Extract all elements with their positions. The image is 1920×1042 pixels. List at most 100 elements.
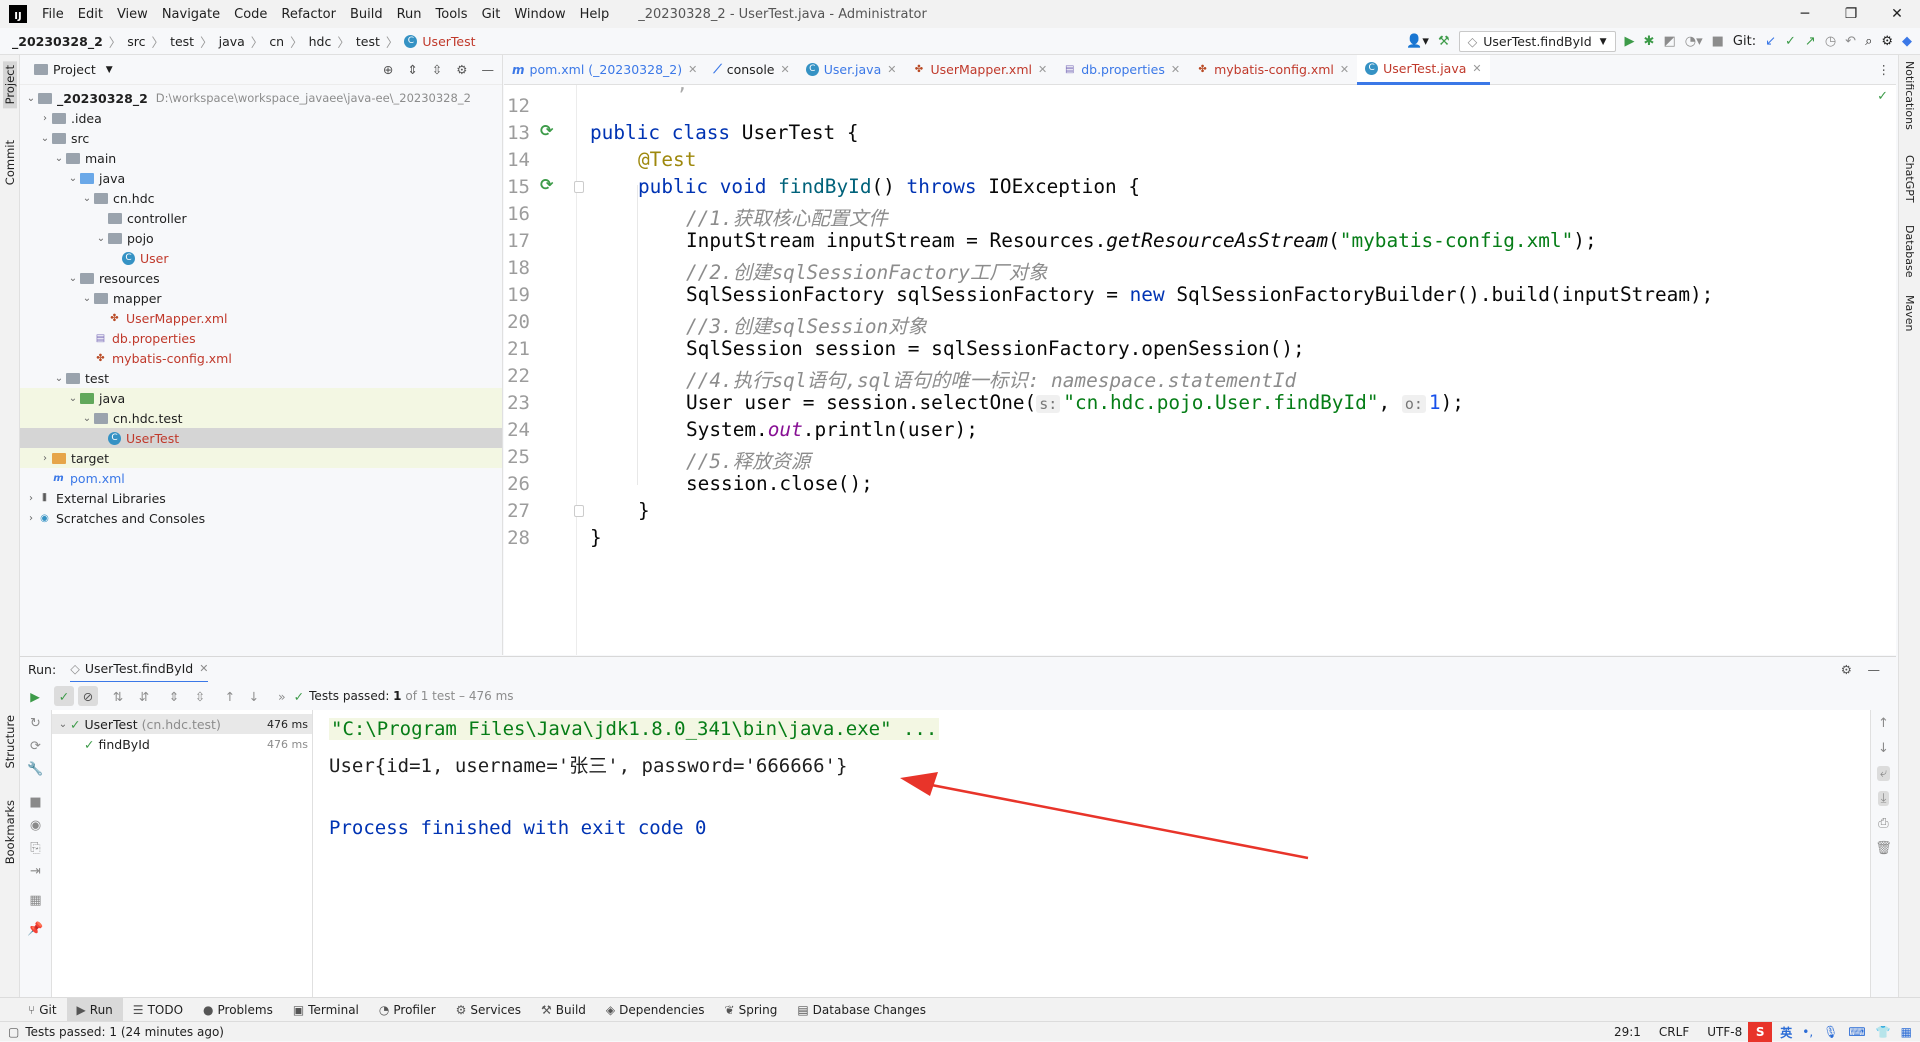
options-gear-icon[interactable]: ⚙ [456,62,467,77]
coverage-icon[interactable]: ◩ [1663,34,1675,49]
tool-tab-profiler[interactable]: ◔ Profiler [369,998,446,1022]
breadcrumb-usertest[interactable]: UserTest [422,34,475,49]
pin-icon[interactable]: 📌 [27,922,43,937]
tool-tab-database-changes[interactable]: ▤ Database Changes [787,998,936,1022]
scroll-up-icon[interactable]: ↑ [1878,716,1889,731]
tab-pom-xml[interactable]: m pom.xml (_20230328_2) ✕ [504,55,705,85]
tree-node-user[interactable]: C User [20,248,502,268]
close-icon[interactable]: ✕ [1472,62,1481,75]
breadcrumb-cn[interactable]: cn [269,34,284,49]
ime-language[interactable]: 英 [1780,1024,1792,1041]
collapse-all-icon[interactable]: ⇳ [432,62,442,77]
tree-node-idea[interactable]: › .idea [20,108,502,128]
chevron-down-icon[interactable]: ▼ [106,65,113,75]
tree-node-controller[interactable]: controller [20,208,502,228]
breadcrumb-test-pkg[interactable]: test [356,34,380,49]
tool-tab-git[interactable]: ⑂ Git [0,998,67,1022]
close-icon[interactable]: ✕ [1340,63,1349,76]
menu-edit[interactable]: Edit [78,7,103,22]
hide-icon[interactable]: — [482,62,495,77]
run-test-class-icon[interactable]: ⟳ [540,121,558,140]
tree-node-pojo[interactable]: ⌄ pojo [20,228,502,248]
breadcrumb-test[interactable]: test [170,34,194,49]
show-passed-toggle[interactable]: ✓ [54,686,74,706]
restore-icon[interactable]: ❐ [1828,0,1874,28]
tree-node-pom[interactable]: m pom.xml [20,468,502,488]
toggle-auto-test-icon[interactable]: ⟳ [30,739,41,754]
breadcrumb-hdc[interactable]: hdc [309,34,332,49]
tab-user-java[interactable]: C User.java ✕ [798,55,905,85]
debug-icon[interactable]: ✱ [1644,34,1655,49]
tool-tab-build[interactable]: ⚒ Build [531,998,596,1022]
run-configuration-select[interactable]: ◇ UserTest.findById ▼ [1458,31,1616,52]
menu-view[interactable]: View [117,7,148,22]
more-tabs-icon[interactable]: ⋮ [1878,62,1891,77]
close-icon[interactable]: ✕ [1171,63,1180,76]
soft-wrap-icon[interactable]: ⤶ [1876,766,1891,781]
camera-icon[interactable]: ◉ [30,818,41,833]
tree-node-resources[interactable]: ⌄ resources [20,268,502,288]
git-push-icon[interactable]: ↗ [1805,34,1816,49]
console-output[interactable]: "C:\Program Files\Java\jdk1.8.0_341\bin\… [313,710,1870,997]
tree-node-mybatis-config[interactable]: ✤ mybatis-config.xml [20,348,502,368]
tab-usermapper-xml[interactable]: ✤ UserMapper.xml ✕ [904,55,1055,85]
test-row-findbyid[interactable]: ✓ findById 476 ms [52,734,312,754]
print-icon[interactable]: ⎙ [1878,816,1888,831]
tree-node-cn-hdc[interactable]: ⌄ cn.hdc [20,188,502,208]
tool-tab-todo[interactable]: ☰ TODO [123,998,193,1022]
profile-icon[interactable]: ◔▾ [1685,34,1703,49]
menu-refactor[interactable]: Refactor [281,7,336,22]
tree-node-cn-hdc-test[interactable]: ⌄ cn.hdc.test [20,408,502,428]
code-editor[interactable]: ✓ · · · ; 12 13 14 15 16 17 18 19 20 21 … [504,85,1896,655]
collapse-all-icon[interactable]: ⇳ [190,689,210,704]
menu-file[interactable]: File [42,7,64,22]
tool-tab-problems[interactable]: ● Problems [193,998,283,1022]
tree-node-main-java[interactable]: ⌄ java [20,168,502,188]
close-icon[interactable]: ✕ [1874,0,1920,28]
keyboard-icon[interactable]: ⌨ [1848,1025,1865,1039]
stop-icon[interactable]: ■ [29,795,41,810]
sort-duration-icon[interactable]: ⇵ [134,689,154,704]
breadcrumb-project[interactable]: _20230328_2 [12,34,103,49]
status-message[interactable]: Tests passed: 1 (24 minutes ago) [25,1025,224,1039]
tab-mybatis-config[interactable]: ✤ mybatis-config.xml ✕ [1188,55,1357,85]
expand-all-icon[interactable]: ⇕ [407,62,417,77]
microphone-icon[interactable]: 🎙 [1823,1025,1838,1039]
close-icon[interactable]: ✕ [199,662,208,675]
tree-node-mapper[interactable]: ⌄ mapper [20,288,502,308]
structure-tool-tab[interactable]: Structure [3,715,17,769]
rerun-failed-icon[interactable]: ↻ [30,716,41,731]
settings-gear-icon[interactable]: ⚙ [1881,34,1893,49]
maven-tool-tab[interactable]: Maven [1903,295,1916,331]
run-test-method-icon[interactable]: ⟳ [540,175,558,194]
notifications-tool-tab[interactable]: Notifications [1903,61,1916,130]
tree-node-usermapper-xml[interactable]: ✤ UserMapper.xml [20,308,502,328]
tab-usertest-java[interactable]: C UserTest.java ✕ [1357,54,1490,85]
tree-node-root[interactable]: ⌄ _20230328_2 D:\workspace\workspace_jav… [20,88,502,108]
close-icon[interactable]: ✕ [688,63,697,76]
tree-node-external-libraries[interactable]: › ⫴ External Libraries [20,488,502,508]
menu-tools[interactable]: Tools [436,7,468,22]
chatgpt-tool-tab[interactable]: ChatGPT [1903,155,1916,203]
import-icon[interactable]: ⇥ [30,864,41,879]
scroll-to-end-icon[interactable]: ⤓ [1877,791,1890,806]
sogou-ime-icon[interactable]: S [1748,1022,1773,1042]
run-settings-gear-icon[interactable]: ⚙ [1841,662,1852,677]
bookmarks-tool-tab[interactable]: Bookmarks [3,800,17,864]
next-failed-icon[interactable]: ↓ [244,689,264,704]
fold-icon[interactable] [574,505,584,517]
hide-panel-icon[interactable]: — [1868,662,1881,677]
menu-code[interactable]: Code [234,7,267,22]
show-ignored-toggle[interactable]: ⊘ [78,686,98,706]
no-problems-check-icon[interactable]: ✓ [1877,89,1888,104]
sort-alpha-icon[interactable]: ⇅ [108,689,128,704]
project-panel-title[interactable]: Project [53,62,96,77]
tree-node-test[interactable]: ⌄ test [20,368,502,388]
stop-icon[interactable]: ■ [1712,34,1724,49]
tree-node-db-properties[interactable]: ▤ db.properties [20,328,502,348]
menu-run[interactable]: Run [397,7,422,22]
run-icon[interactable]: ▶ [1625,34,1635,49]
status-layout-icon[interactable]: ▢ [8,1025,19,1039]
clear-trash-icon[interactable]: 🗑 [1875,841,1892,856]
fold-icon[interactable] [574,181,584,193]
